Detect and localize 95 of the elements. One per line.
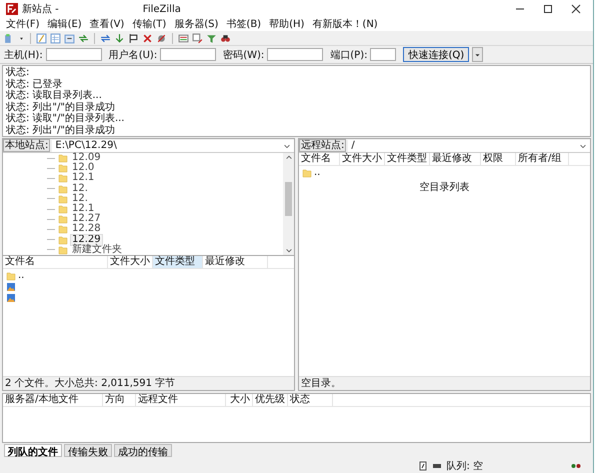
maximize-icon[interactable] xyxy=(543,4,553,14)
column-header[interactable]: 文件类型 xyxy=(153,256,203,268)
folder-icon xyxy=(58,204,68,214)
queue-status: 队列: 空 xyxy=(446,460,483,473)
column-header[interactable]: 远程文件 xyxy=(136,394,226,406)
column-header[interactable]: 最近修改 xyxy=(430,153,481,165)
folder-icon xyxy=(58,153,68,164)
folder-icon xyxy=(58,244,68,255)
scrollbar[interactable] xyxy=(283,153,294,255)
folder-name[interactable]: 12.29 xyxy=(71,234,102,245)
folder-name[interactable]: 12. xyxy=(71,194,89,204)
status-text: 空目录。 xyxy=(299,376,590,390)
queue-tab[interactable]: 传输失败 xyxy=(64,444,112,457)
app-logo-icon xyxy=(6,3,18,15)
log-label: 状态: xyxy=(6,102,30,112)
menu-item[interactable]: 查看(V) xyxy=(90,18,124,30)
folder-icon xyxy=(6,270,16,280)
folder-name[interactable]: 12.0 xyxy=(71,163,96,174)
folder-icon xyxy=(58,214,68,224)
menu-item[interactable]: 文件(F) xyxy=(6,18,40,30)
menu-item[interactable]: 帮助(H) xyxy=(269,18,304,30)
file-name[interactable]: .. xyxy=(314,168,320,178)
close-icon[interactable] xyxy=(571,4,581,14)
folder-icon xyxy=(58,194,68,204)
menu-item[interactable]: 有新版本！(N) xyxy=(312,18,378,30)
field-label: 端口(P): xyxy=(330,48,368,62)
column-header[interactable]: 方向 xyxy=(103,394,136,406)
site-label: 本地站点: xyxy=(3,139,50,152)
menu-item[interactable]: 服务器(S) xyxy=(174,18,218,30)
window-title: 新站点 - xyxy=(22,2,59,16)
column-header[interactable]: 状态 xyxy=(288,394,333,406)
binoculars-icon[interactable] xyxy=(220,32,231,44)
field-label: 用户名(U): xyxy=(108,48,158,62)
folder-name[interactable]: 12.28 xyxy=(71,224,102,234)
queue-tab[interactable]: 列队的文件 xyxy=(4,444,62,457)
folder-icon xyxy=(302,168,312,178)
column-header[interactable]: 文件类型 xyxy=(385,153,430,165)
quickconnect-button[interactable]: 快速连接(Q) xyxy=(403,47,470,62)
folder-icon xyxy=(58,173,68,184)
path-text: E:\PC\12.29\ xyxy=(55,140,117,152)
menu-item[interactable]: 编辑(E) xyxy=(48,18,82,30)
path-dropdown[interactable]: / xyxy=(348,140,590,152)
quickconnect-dropdown[interactable] xyxy=(472,47,484,62)
folder-name[interactable]: 12. xyxy=(71,184,89,194)
folder-icon xyxy=(58,163,68,174)
input-field[interactable] xyxy=(370,48,396,61)
file-name[interactable]: .. xyxy=(18,270,24,280)
field-label: 主机(H): xyxy=(4,48,43,62)
input-field[interactable] xyxy=(46,48,102,61)
menu-item[interactable]: 传输(T) xyxy=(132,18,166,30)
folder-icon xyxy=(58,224,68,234)
column-header[interactable]: 最近修改 xyxy=(203,256,268,268)
scroll-up-icon xyxy=(284,153,292,161)
column-header[interactable]: 所有者/组 xyxy=(516,153,569,165)
flag-icon[interactable] xyxy=(128,32,139,44)
input-field[interactable] xyxy=(267,48,324,61)
column-header[interactable]: 文件名 xyxy=(3,256,108,268)
input-field[interactable] xyxy=(160,48,216,61)
app-name: FileZilla xyxy=(142,4,181,14)
column-header[interactable]: 优先级 xyxy=(253,394,288,406)
scroll-thumb[interactable] xyxy=(285,182,292,216)
field-label: 密码(W): xyxy=(223,48,264,62)
image-file-icon xyxy=(6,282,16,292)
cancel-icon[interactable] xyxy=(142,32,153,44)
folder-name[interactable]: 新建文件夹 xyxy=(71,244,123,255)
column-header[interactable]: 文件大小 xyxy=(340,153,385,165)
column-header[interactable]: 服务器/本地文件 xyxy=(3,394,103,406)
folder-name[interactable]: 12.1 xyxy=(71,204,96,214)
queue-tab[interactable]: 成功的传输 xyxy=(114,444,172,457)
folder-icon xyxy=(58,234,68,245)
column-header[interactable]: 权限 xyxy=(481,153,516,165)
site-label: 远程站点: xyxy=(299,139,346,152)
folder-name[interactable]: 12.1 xyxy=(71,173,96,184)
column-header[interactable]: 大小 xyxy=(226,394,253,406)
log-label: 状态: xyxy=(6,113,30,124)
scroll-down-icon xyxy=(284,247,292,255)
folder-name[interactable]: 12.27 xyxy=(71,214,102,224)
path-text: / xyxy=(351,140,355,152)
image-file-icon xyxy=(6,292,16,302)
log-label: 状态: xyxy=(6,67,30,78)
column-header[interactable]: 文件名 xyxy=(299,153,340,165)
log-message: 已登录 xyxy=(32,78,62,90)
menu-item[interactable]: 书签(B) xyxy=(226,18,262,30)
log-label: 状态: xyxy=(6,90,30,102)
folder-name[interactable]: 12.09 xyxy=(71,153,102,164)
log-message: 读取目录列表... xyxy=(32,90,102,102)
log-label: 状态: xyxy=(6,78,30,90)
log-message: 列出"/"的目录成功 xyxy=(32,124,115,136)
log-label: 状态: xyxy=(6,124,30,136)
status-text: 2 个文件。大小总共: 2,011,591 字节 xyxy=(3,376,294,390)
folder-icon xyxy=(58,184,68,194)
path-dropdown[interactable]: E:\PC\12.29\ xyxy=(52,140,294,152)
log-message: 列出"/"的目录成功 xyxy=(32,102,115,112)
empty-message: 空目录列表 xyxy=(420,180,470,194)
log-message: 读取"/"的目录列表... xyxy=(32,113,124,124)
